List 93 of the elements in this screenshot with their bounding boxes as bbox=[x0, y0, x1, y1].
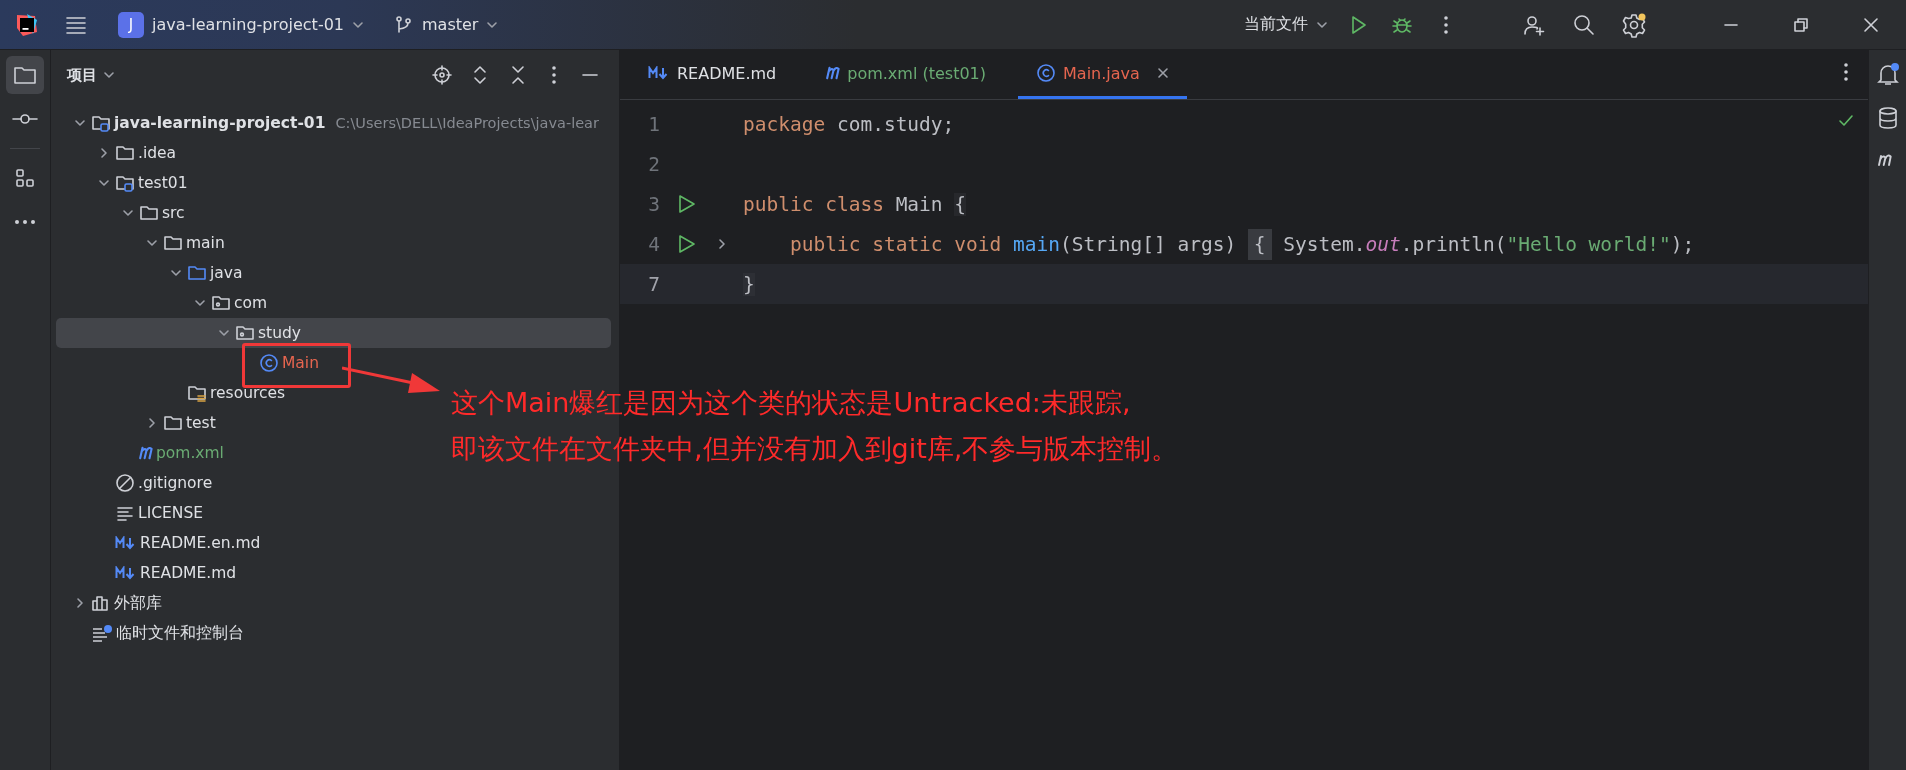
annotation-text: 这个Main爆红是因为这个类的状态是Untracked:未跟踪, 即该文件在文件夹中,但并没有加入到git库,不参与版本控制。 bbox=[451, 386, 1179, 466]
module-folder-icon bbox=[91, 114, 111, 132]
chevron-icon[interactable] bbox=[74, 597, 86, 609]
line-number: 3 bbox=[647, 192, 660, 216]
tree-label: .idea bbox=[138, 144, 177, 162]
folder-icon bbox=[163, 234, 183, 252]
tree-label: .gitignore bbox=[138, 474, 213, 492]
tree-label: java-learning-project-01 bbox=[114, 114, 326, 132]
text-file-icon bbox=[115, 504, 135, 522]
tree-row[interactable]: .idea bbox=[56, 138, 183, 168]
markdown-icon bbox=[115, 536, 137, 550]
source-folder-icon bbox=[187, 264, 207, 282]
library-icon bbox=[91, 594, 111, 612]
branch-selector[interactable]: master bbox=[386, 8, 507, 41]
line-number: 1 bbox=[647, 112, 660, 136]
tree-row[interactable]: 外部库 bbox=[56, 588, 168, 618]
maven-icon bbox=[826, 66, 841, 80]
tree-row[interactable]: pom.xml bbox=[56, 438, 230, 468]
chevron-icon[interactable] bbox=[194, 297, 206, 309]
tree-row[interactable]: Main bbox=[56, 348, 325, 378]
tree-label: README.en.md bbox=[140, 534, 261, 552]
tree-row[interactable]: com bbox=[56, 288, 274, 318]
code-line: public static void main(String[] args) { System.out.println("Hello world!"); bbox=[743, 228, 1695, 260]
tree-row[interactable]: test01 bbox=[56, 168, 194, 198]
panel-title[interactable]: 项目 bbox=[67, 65, 115, 85]
run-config-selector[interactable]: 当前文件 bbox=[1236, 8, 1336, 41]
tree-label: resources bbox=[210, 384, 286, 402]
folder-icon bbox=[139, 204, 159, 222]
tree-label: 临时文件和控制台 bbox=[116, 622, 244, 644]
module-folder-icon bbox=[115, 174, 135, 192]
chevron-icon[interactable] bbox=[170, 267, 182, 279]
tree-row[interactable]: README.md bbox=[56, 558, 243, 588]
tree-label: src bbox=[162, 204, 185, 222]
chevron-icon[interactable] bbox=[98, 147, 110, 159]
tree-label: test bbox=[186, 414, 216, 432]
folder-icon bbox=[115, 144, 135, 162]
tree-label: Main bbox=[282, 354, 319, 372]
tree-path: C:\Users\DELL\IdeaProjects\java-lear bbox=[335, 115, 599, 131]
ignore-icon bbox=[115, 473, 135, 493]
tree-row[interactable]: README.en.md bbox=[56, 528, 267, 558]
chevron-icon[interactable] bbox=[146, 237, 158, 249]
line-number: 7 bbox=[647, 272, 660, 296]
editor-tab[interactable]: pom.xml (test01) bbox=[808, 50, 1004, 99]
markdown-icon bbox=[648, 66, 670, 80]
tree-label: com bbox=[234, 294, 268, 312]
fold-icon[interactable] bbox=[716, 238, 728, 250]
class-icon bbox=[1036, 63, 1056, 83]
tree-label: test01 bbox=[138, 174, 188, 192]
caret-icon[interactable] bbox=[103, 69, 115, 81]
resources-folder-icon bbox=[187, 384, 207, 402]
close-icon[interactable] bbox=[1156, 67, 1169, 79]
folder-icon bbox=[163, 414, 183, 432]
markdown-icon bbox=[115, 566, 137, 580]
tree-row[interactable]: main bbox=[56, 228, 231, 258]
code-line: package com.study; bbox=[743, 112, 955, 136]
tree-label: 外部库 bbox=[114, 592, 162, 614]
tree-label: README.md bbox=[140, 564, 237, 582]
database-icon[interactable] bbox=[1876, 106, 1899, 130]
editor-tab[interactable]: Main.java bbox=[1018, 50, 1187, 99]
tree-label: java bbox=[210, 264, 243, 282]
tree-row[interactable]: resources bbox=[56, 378, 292, 408]
tree-row[interactable]: study bbox=[56, 318, 611, 348]
tree-label: study bbox=[258, 324, 301, 342]
code-line: public class Main { bbox=[743, 192, 967, 216]
app-logo-icon[interactable] bbox=[14, 11, 40, 38]
tree-label: main bbox=[186, 234, 225, 252]
tree-row[interactable]: src bbox=[56, 198, 191, 228]
folder-icon[interactable] bbox=[6, 56, 44, 94]
tree-row[interactable]: java bbox=[56, 258, 249, 288]
chevron-icon[interactable] bbox=[122, 207, 134, 219]
project-selector[interactable]: J java-learning-project-01 bbox=[110, 5, 372, 44]
tree-row[interactable]: test bbox=[56, 408, 222, 438]
editor-tab[interactable]: README.md bbox=[630, 50, 795, 99]
line-number: 4 bbox=[647, 232, 660, 256]
package-icon bbox=[235, 324, 255, 342]
tree-label: pom.xml bbox=[156, 444, 224, 462]
arrow-icon bbox=[342, 364, 442, 396]
package-icon bbox=[211, 294, 231, 312]
tree-row[interactable]: 临时文件和控制台 bbox=[56, 618, 250, 648]
chevron-icon[interactable] bbox=[74, 117, 86, 129]
tree-label: LICENSE bbox=[138, 504, 204, 522]
chevron-icon[interactable] bbox=[146, 417, 158, 429]
scratch-icon bbox=[91, 624, 113, 642]
chevron-icon[interactable] bbox=[218, 327, 230, 339]
bell-icon[interactable] bbox=[1874, 62, 1901, 88]
tree-row[interactable]: LICENSE bbox=[56, 498, 210, 528]
branch-icon bbox=[394, 14, 414, 35]
line-number: 2 bbox=[647, 152, 660, 176]
chevron-icon[interactable] bbox=[98, 177, 110, 189]
class-icon bbox=[259, 353, 279, 373]
tree-row[interactable]: .gitignore bbox=[56, 468, 219, 498]
maven-icon bbox=[139, 446, 153, 460]
tree-row[interactable]: java-learning-project-01 C:\Users\DELL\IdeaProjects\java-lear bbox=[56, 108, 605, 138]
